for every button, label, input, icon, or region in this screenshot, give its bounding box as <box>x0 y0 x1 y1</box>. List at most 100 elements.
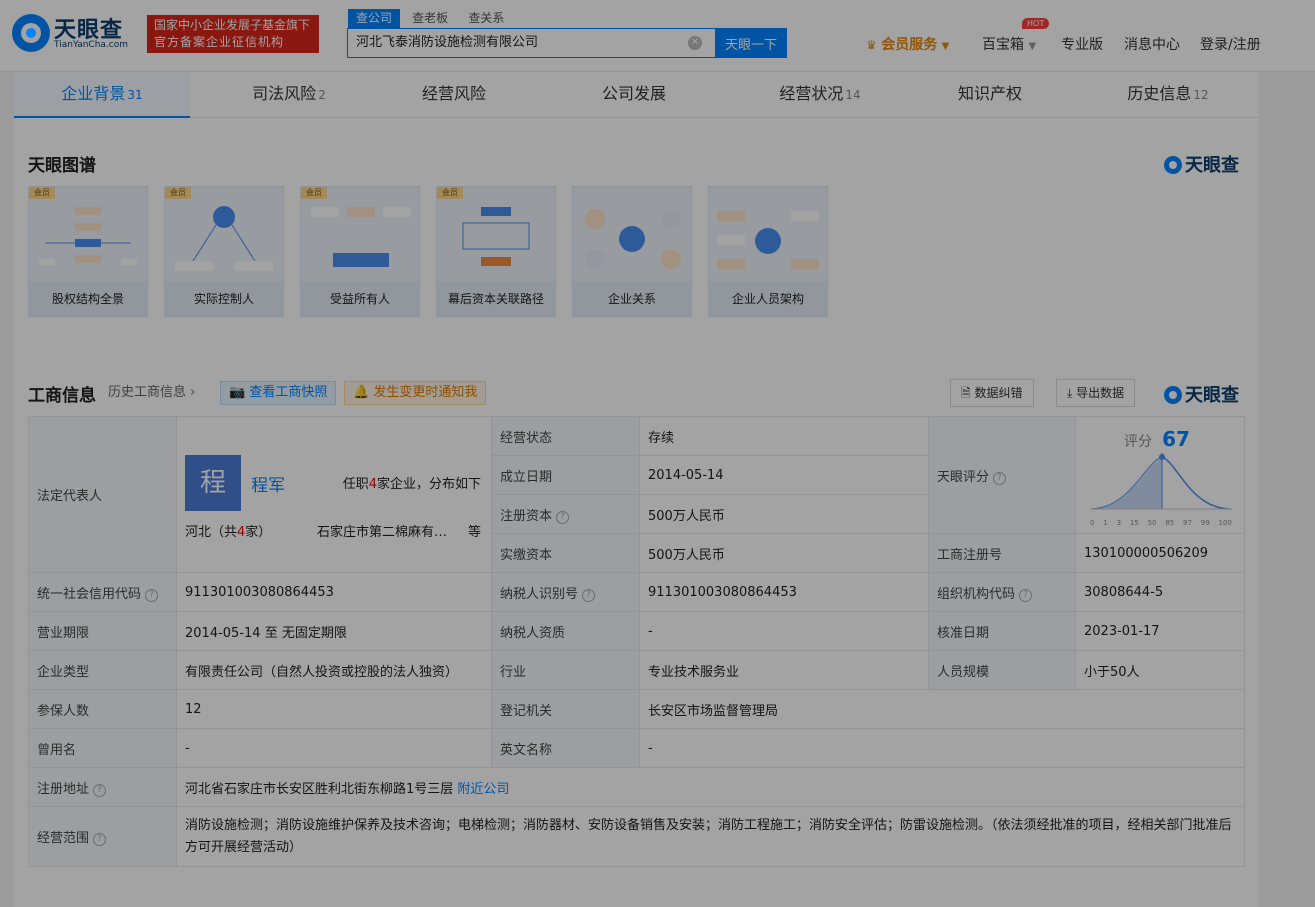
graph-card-beneficiary[interactable]: 会员 受益所有人 <box>300 186 420 317</box>
vip-service-menu[interactable]: ♛ 会员服务 ▼ <box>866 34 949 54</box>
score-title: 评分 <box>1124 434 1152 450</box>
axis-tick: 85 <box>1165 519 1175 527</box>
graph-card-equity[interactable]: 会员 股权结构全景 <box>28 186 148 317</box>
legal-rep-name[interactable]: 程军 <box>251 476 285 496</box>
brand-text: 天眼查 <box>1185 155 1239 176</box>
chevron-right-icon: › <box>186 385 196 400</box>
vip-badge: 会员 <box>437 187 463 199</box>
notify-label: 发生变更时通知我 <box>373 385 478 400</box>
logo[interactable]: 天眼查 TianYanCha.com <box>12 12 138 54</box>
legal-rep-label: 法定代表人 <box>28 416 177 573</box>
axis-tick: 100 <box>1218 519 1232 527</box>
graph-card-capital-path[interactable]: 会员 幕后资本关联路径 <box>436 186 556 317</box>
snapshot-label: 查看工商快照 <box>249 385 328 400</box>
scope-value: 消防设施检测；消防设施维护保养及技术咨询；电梯检测；消防器材、安防设备销售及安装… <box>176 806 1245 867</box>
org-code-value: 30808644-5 <box>1075 572 1245 612</box>
insured-value: 12 <box>176 689 492 729</box>
brand-eye-icon <box>1164 386 1182 404</box>
graph-section-title: 天眼图谱 <box>28 156 96 176</box>
history-biz-link[interactable]: 历史工商信息 › <box>108 381 195 405</box>
graph-card-controller[interactable]: 会员 实际控制人 <box>164 186 284 317</box>
help-icon[interactable]: ? <box>145 588 159 602</box>
help-icon[interactable]: ? <box>93 783 107 797</box>
help-icon[interactable]: ? <box>1019 588 1033 602</box>
page: 天眼查 TianYanCha.com 国家中小企业发展子基金旗下 官方备案企业征… <box>0 0 1315 907</box>
data-correction-button[interactable]: 🗎 数据纠错 <box>950 379 1034 407</box>
help-icon[interactable]: ? <box>556 510 570 524</box>
graph-card-label: 受益所有人 <box>301 282 419 316</box>
search-button[interactable]: 天眼一下 <box>715 28 787 58</box>
graph-card-personnel[interactable]: 企业人员架构 <box>708 186 828 317</box>
score-label-text: 天眼评分 <box>937 469 990 485</box>
clear-search-icon[interactable]: ✕ <box>688 36 702 50</box>
tab-intellectual-property[interactable]: 知识产权 <box>910 72 1070 118</box>
address-text-value: 河北省石家庄市长安区胜利北街东柳路1号三层 <box>185 781 454 797</box>
former-name-value: - <box>176 728 492 768</box>
tab-operating-status[interactable]: 经营状况 14 <box>732 72 908 118</box>
approve-date-label: 核准日期 <box>928 611 1076 651</box>
tab-company-background[interactable]: 企业背景 31 <box>14 72 190 118</box>
tab-company-development[interactable]: 公司发展 <box>554 72 714 118</box>
table-row: 统一社会信用代码? 911301003080864453 纳税人识别号? 911… <box>28 572 1245 612</box>
table-row: 法定代表人 程 程军 任职4家企业，分布如下 河北（共4家） 石家庄市第二棉麻有… <box>28 416 1245 573</box>
english-name-label: 英文名称 <box>491 728 640 768</box>
score-axis: 0 1 3 15 50 85 97 99 100 <box>1090 519 1232 527</box>
graph-card-enterprise-relation[interactable]: 企业关系 <box>572 186 692 317</box>
score-cell: 评分 67 0 1 3 15 50 85 97 99 100 <box>1075 416 1245 534</box>
search-tab-relation[interactable]: 查关系 <box>460 9 512 28</box>
pro-version-link[interactable]: 专业版 <box>1061 34 1103 54</box>
founded-label: 成立日期 <box>491 455 640 495</box>
help-icon[interactable]: ? <box>93 833 107 846</box>
camera-icon: 📷 <box>229 385 246 400</box>
paid-capital-value: 500万人民币 <box>639 533 929 573</box>
message-center-link[interactable]: 消息中心 <box>1124 34 1180 54</box>
status-value: 存续 <box>639 416 929 456</box>
download-icon: ⤓ <box>1067 386 1073 400</box>
table-row: 参保人数 12 登记机关 长安区市场监督管理局 <box>28 689 1245 729</box>
nearby-companies-link[interactable]: 附近公司 <box>457 782 509 797</box>
term-label: 营业期限 <box>28 611 177 651</box>
search-type-tabs: 查公司 查老板 查关系 <box>348 9 512 29</box>
change-notify-button[interactable]: 🔔 发生变更时通知我 <box>344 381 487 405</box>
beneficiary-diagram-icon <box>311 207 411 267</box>
crown-icon: ♛ <box>866 38 877 52</box>
staff-size-label: 人员规模 <box>928 650 1076 690</box>
founded-value: 2014-05-14 <box>639 455 929 495</box>
taxpayer-id-value: 911301003080864453 <box>639 572 929 612</box>
export-data-button[interactable]: ⤓ 导出数据 <box>1056 379 1136 407</box>
graph-card-label: 实际控制人 <box>165 282 283 316</box>
authority-value: 长安区市场监督管理局 <box>639 689 1245 729</box>
tianyan-score-label: 天眼评分? <box>928 416 1076 534</box>
roles-count: 4 <box>368 477 377 492</box>
search-input[interactable]: 河北飞泰消防设施检测有限公司 <box>347 28 716 58</box>
toolbox-menu[interactable]: 百宝箱 ▼ <box>982 34 1036 54</box>
top-header: 天眼查 TianYanCha.com 国家中小企业发展子基金旗下 官方备案企业征… <box>0 0 1315 72</box>
legal-rep-avatar[interactable]: 程 <box>185 455 241 511</box>
hot-badge: HOT <box>1022 18 1050 29</box>
search-tab-company[interactable]: 查公司 <box>348 9 401 28</box>
login-register-link[interactable]: 登录/注册 <box>1200 34 1261 54</box>
search-tab-boss[interactable]: 查老板 <box>404 9 456 28</box>
term-to: 无固定期限 <box>281 625 347 641</box>
tab-label: 司法风险 <box>252 84 317 103</box>
controller-diagram-icon <box>175 206 273 271</box>
tab-history-info[interactable]: 历史信息 12 <box>1080 72 1256 118</box>
reg-capital-text: 注册资本 <box>500 508 553 524</box>
legal-rep-company[interactable]: 石家庄市第二棉麻有… <box>317 521 447 540</box>
reg-no-value: 130100000506209 <box>1075 533 1245 573</box>
tab-judicial-risk[interactable]: 司法风险 2 <box>204 72 374 118</box>
document-icon: 🗎 <box>961 386 971 400</box>
term-sep: 至 <box>264 625 278 641</box>
company-name: 石家庄市第二棉麻有… <box>317 525 448 540</box>
axis-tick: 3 <box>1116 519 1122 527</box>
vip-service-label: 会员服务 <box>881 37 938 53</box>
help-icon[interactable]: ? <box>993 471 1007 485</box>
graph-card-label: 企业人员架构 <box>709 282 827 316</box>
axis-tick: 50 <box>1147 519 1157 527</box>
graph-card-label: 幕后资本关联路径 <box>437 282 555 316</box>
graph-brand: 天眼查 <box>1164 151 1239 177</box>
snapshot-button[interactable]: 📷 查看工商快照 <box>220 381 337 405</box>
tab-operating-risk[interactable]: 经营风险 <box>374 72 534 118</box>
help-icon[interactable]: ? <box>582 588 596 602</box>
taxpayer-id-label: 纳税人识别号? <box>491 572 640 612</box>
